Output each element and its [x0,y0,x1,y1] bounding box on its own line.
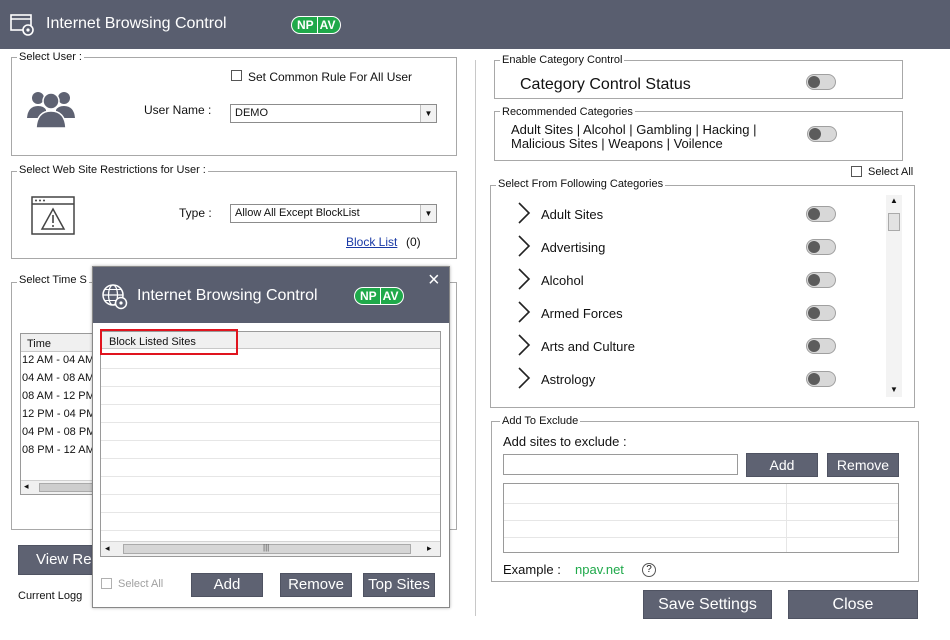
restrictions-legend: Select Web Site Restrictions for User : [17,164,208,176]
exclude-add-button[interactable]: Add [746,453,818,477]
npav-logo: NP AV [291,16,342,34]
npav-logo: NP AV [354,287,405,305]
category-item-advertising[interactable]: Advertising [514,230,844,263]
exclude-remove-button[interactable]: Remove [827,453,899,477]
categories-legend: Select From Following Categories [496,178,666,190]
common-rule-label: Set Common Rule For All User [248,70,413,84]
category-control-status-label: Category Control Status [520,76,691,93]
type-label: Type : [179,206,212,220]
exclude-legend: Add To Exclude [500,415,581,427]
dialog-add-button[interactable]: Add [191,573,263,597]
dialog-remove-button[interactable]: Remove [280,573,352,597]
category-toggle[interactable] [806,371,836,387]
browser-warning-icon [31,196,75,235]
scroll-left-icon[interactable]: ◂ [24,481,29,492]
scroll-left-icon[interactable]: ◂ [105,543,110,554]
users-icon [27,92,75,129]
close-button[interactable]: Close [788,590,918,619]
category-item-adult-sites[interactable]: Adult Sites [514,197,844,230]
select-all-categories-label: Select All [868,166,914,178]
current-logged-label: Current Logg [18,590,83,602]
time-column-header: Time [21,334,101,352]
category-item-arts-and-culture[interactable]: Arts and Culture [514,329,844,362]
select-all-categories-checkbox[interactable] [851,166,862,177]
user-name-label: User Name : [144,103,212,117]
example-label: Example : [503,562,561,577]
top-sites-button[interactable]: Top Sites [363,573,435,597]
categories-scrollbar[interactable]: ▲ ▼ [886,195,902,397]
category-item-astrology[interactable]: Astrology [514,362,844,395]
chevron-down-icon: ▼ [420,105,436,122]
horizontal-scrollbar[interactable]: ◂ [21,480,101,494]
scroll-thumb[interactable] [888,213,900,231]
panel-divider [475,60,476,616]
chevron-right-icon [518,235,531,257]
horizontal-scrollbar[interactable]: ◂ ||| ▸ [101,541,440,556]
chevron-right-icon [518,202,531,224]
block-list-dialog: Internet Browsing Control NP AV × Block L… [92,266,450,608]
category-item-alcohol[interactable]: Alcohol [514,263,844,296]
time-row[interactable]: 08 AM - 12 PM [22,390,95,402]
time-row[interactable]: 12 AM - 04 AM [22,354,94,366]
category-toggle[interactable] [806,239,836,255]
time-legend: Select Time S [17,274,89,286]
recommended-line-2: Malicious Sites | Weapons | Voilence [511,136,723,151]
browser-settings-icon [10,14,34,36]
category-toggle[interactable] [806,272,836,288]
select-user-legend: Select User : [17,51,84,63]
dialog-close-icon[interactable]: × [428,269,440,292]
dialog-title-bar: Internet Browsing Control NP AV × [93,267,449,323]
scroll-up-icon[interactable]: ▲ [890,196,898,205]
recommended-toggle[interactable] [807,126,837,142]
block-list-table[interactable]: Block Listed Sites ◂ ||| ▸ [100,331,441,557]
dialog-select-all-label: Select All [118,578,164,590]
chevron-right-icon [518,367,531,389]
chevron-right-icon [518,334,531,356]
app-title: Internet Browsing Control [46,15,227,32]
exclude-site-input[interactable] [503,454,738,475]
globe-settings-icon [102,284,128,310]
block-list-count: (0) [406,235,421,249]
common-rule-checkbox[interactable] [231,70,242,81]
exclude-prompt: Add sites to exclude : [503,434,627,449]
category-control-toggle[interactable] [806,74,836,90]
category-control-legend: Enable Category Control [500,54,625,66]
block-list-link[interactable]: Block List [346,235,397,249]
example-value: npav.net [575,562,624,577]
time-row[interactable]: 08 PM - 12 AM [22,444,95,456]
highlight-box [100,329,238,355]
category-item-armed-forces[interactable]: Armed Forces [514,296,844,329]
save-settings-button[interactable]: Save Settings [643,590,772,619]
chevron-right-icon [518,268,531,290]
scroll-thumb[interactable] [39,483,99,492]
category-toggle[interactable] [806,206,836,222]
scroll-right-icon[interactable]: ▸ [427,543,432,554]
chevron-down-icon: ▼ [420,205,436,222]
category-toggle[interactable] [806,305,836,321]
scroll-down-icon[interactable]: ▼ [890,385,898,394]
type-select[interactable]: Allow All Except BlockList ▼ [230,204,437,223]
scroll-grip-icon: ||| [263,543,270,552]
dialog-select-all-checkbox[interactable] [101,578,112,589]
time-row[interactable]: 04 PM - 08 PM [22,426,95,438]
time-row[interactable]: 12 PM - 04 PM [22,408,95,420]
help-icon[interactable]: ? [642,563,656,577]
recommended-legend: Recommended Categories [500,106,635,118]
user-name-select[interactable]: DEMO ▼ [230,104,437,123]
time-row[interactable]: 04 AM - 08 AM [22,372,94,384]
title-bar: Internet Browsing Control NP AV [0,0,950,49]
recommended-line-1: Adult Sites | Alcohol | Gambling | Hacki… [511,122,757,137]
dialog-title: Internet Browsing Control [137,287,318,304]
category-toggle[interactable] [806,338,836,354]
chevron-right-icon [518,301,531,323]
exclude-list[interactable] [503,483,899,553]
